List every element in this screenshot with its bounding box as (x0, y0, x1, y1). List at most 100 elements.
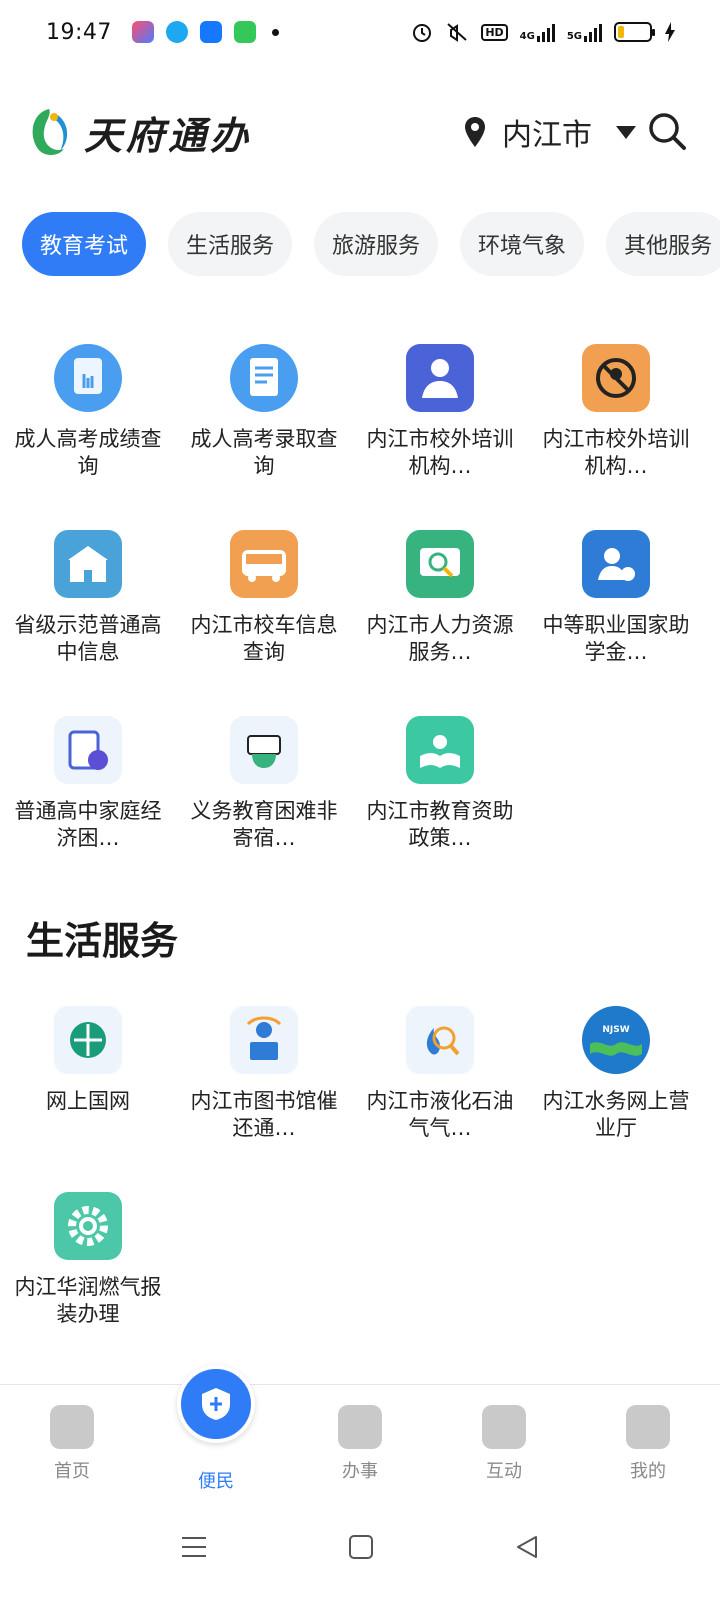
education-item[interactable]: 省级示范普通高中信息 (0, 504, 176, 690)
life-services-grid: 网上国网 内江市图书馆催还通… 内江市液化石油气气… NJSW 内江水务网上营业厅内江华… (0, 980, 720, 1352)
education-item-label: 省级示范普通高中信息 (14, 613, 162, 664)
life-item[interactable]: 内江市图书馆催还通… (176, 980, 352, 1166)
battery-icon (614, 22, 655, 42)
interact-icon (482, 1405, 526, 1449)
location-pin-icon (465, 117, 485, 147)
tab-2[interactable]: 旅游服务 (314, 212, 439, 276)
tab-1[interactable]: 生活服务 (168, 212, 293, 276)
network-5g: 5G (567, 22, 602, 42)
menu-icon[interactable] (180, 1535, 208, 1559)
svg-text:NJSW: NJSW (602, 1025, 629, 1035)
education-item[interactable]: 义务教育困难非寄宿… (176, 690, 352, 876)
state-grid-icon (54, 1006, 122, 1074)
life-item-label: 内江水务网上营业厅 (542, 1089, 690, 1140)
library-reader-icon (230, 1006, 298, 1074)
nav-item-3[interactable]: 互动 (432, 1385, 576, 1494)
education-item[interactable]: 内江市校外培训机构… (528, 318, 704, 504)
profile-icon (626, 1405, 670, 1449)
life-item-label: 内江市液化石油气气… (366, 1089, 514, 1140)
education-item[interactable]: 普通高中家庭经济困… (0, 690, 176, 876)
education-item-label: 内江市人力资源服务… (366, 613, 514, 664)
njsw-water-icon: NJSW (582, 1006, 650, 1074)
network-4g-label: 4G (519, 31, 535, 42)
qq-icon (165, 21, 188, 43)
status-time: 19:47 (46, 19, 112, 45)
education-item-label: 成人高考录取查询 (190, 427, 338, 478)
book-lightbulb-icon (406, 716, 474, 784)
nav-item-label: 办事 (342, 1461, 378, 1482)
mute-icon (447, 23, 467, 42)
education-item[interactable]: 内江市人力资源服务… (352, 504, 528, 690)
alipay-icon (199, 21, 222, 43)
nav-item-1[interactable]: 便民 (144, 1365, 288, 1494)
gas-search-icon (406, 1006, 474, 1074)
nav-item-label: 互动 (486, 1461, 522, 1482)
network-5g-label: 5G (566, 31, 582, 42)
education-item-label: 义务教育困难非寄宿… (190, 799, 338, 850)
nav-item-0[interactable]: 首页 (0, 1385, 144, 1494)
education-item-label: 成人高考成绩查询 (14, 427, 162, 478)
hr-search-icon (406, 530, 474, 598)
education-item[interactable]: 成人高考录取查询 (176, 318, 352, 504)
finance-clipboard-icon (54, 716, 122, 784)
tab-0[interactable]: 教育考试 (22, 212, 147, 276)
school-bus-icon (230, 530, 298, 598)
education-item[interactable]: 成人高考成绩查询 (0, 318, 176, 504)
affairs-icon (338, 1405, 382, 1449)
battery-fill (618, 26, 624, 38)
alarm-icon (413, 24, 432, 42)
life-services-title: 生活服务 (26, 919, 179, 963)
signal-5g-icon (584, 22, 602, 42)
system-navigation-bar (0, 1494, 720, 1600)
hd-icon: HD (481, 23, 508, 41)
home-icon (50, 1405, 94, 1449)
education-item[interactable]: 内江市校外培训机构… (352, 318, 528, 504)
convenience-icon (177, 1365, 255, 1443)
nav-item-label: 首页 (54, 1461, 90, 1482)
education-item[interactable]: 内江市教育资助政策… (352, 690, 528, 876)
nav-item-2[interactable]: 办事 (288, 1385, 432, 1494)
school-building-icon (54, 530, 122, 598)
exam-score-icon (54, 344, 122, 412)
category-tabs: 教育考试 生活服务 旅游服务 环境气象 其他服务 (22, 212, 720, 276)
tab-3[interactable]: 环境气象 (460, 212, 585, 276)
city-selector[interactable]: 内江市 (462, 110, 636, 154)
status-right: HD 4G 5G (411, 21, 676, 43)
bottom-navigation: 首页 便民 办事 互动 我的 (0, 1365, 720, 1494)
life-item-label: 内江华润燃气报装办理 (14, 1275, 162, 1326)
life-item[interactable]: 网上国网 (0, 980, 176, 1166)
life-item[interactable]: NJSW 内江水务网上营业厅 (528, 980, 704, 1166)
life-item-label: 内江市图书馆催还通… (190, 1089, 338, 1140)
prohibited-person-icon (582, 344, 650, 412)
status-app-icons (131, 21, 279, 43)
gear-icon (54, 1192, 122, 1260)
life-item-label: 网上国网 (46, 1089, 130, 1113)
back-icon[interactable] (514, 1534, 540, 1560)
app-logo-text: 天府通办 (84, 112, 253, 158)
charging-icon (665, 22, 675, 42)
tab-4[interactable]: 其他服务 (606, 212, 720, 276)
scholarship-icon (582, 530, 650, 598)
city-name: 内江市 (502, 118, 592, 153)
education-item[interactable]: 内江市校车信息查询 (176, 504, 352, 690)
education-item-label: 内江市教育资助政策… (366, 799, 514, 850)
nav-item-4[interactable]: 我的 (576, 1385, 720, 1494)
education-item-label: 内江市校外培训机构… (366, 427, 514, 478)
life-item[interactable]: 内江市液化石油气气… (352, 980, 528, 1166)
home-square-icon[interactable] (348, 1534, 374, 1560)
education-item-label: 内江市校车信息查询 (190, 613, 338, 664)
admission-doc-icon (230, 344, 298, 412)
notification-app-icon (131, 21, 154, 43)
life-item[interactable]: 内江华润燃气报装办理 (0, 1166, 176, 1352)
chevron-down-icon (616, 125, 636, 139)
network-4g: 4G (520, 22, 555, 42)
education-item-label: 内江市校外培训机构… (542, 427, 690, 478)
money-hand-icon (230, 716, 298, 784)
education-item-label: 中等职业国家助学金… (542, 613, 690, 664)
education-item[interactable]: 中等职业国家助学金… (528, 504, 704, 690)
nav-item-label: 我的 (630, 1461, 666, 1482)
signal-4g-icon (536, 22, 555, 42)
teacher-icon (406, 344, 474, 412)
search-icon[interactable] (646, 110, 688, 152)
education-services-grid: 成人高考成绩查询 成人高考录取查询 内江市校外培训机构… 内江市校外培训机构… 省级示范… (0, 318, 720, 876)
